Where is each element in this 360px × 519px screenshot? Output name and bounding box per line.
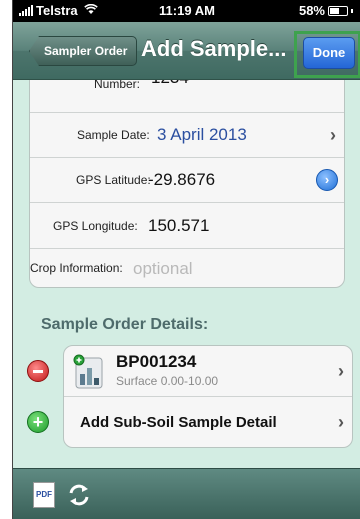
number-row[interactable]: Number: 1234 [30, 80, 344, 113]
sample-id: BP001234 [116, 352, 197, 371]
sample-date-label: Sample Date: [77, 128, 150, 142]
page-title: Add Sample... [141, 36, 287, 61]
section-heading: Sample Order Details: [41, 316, 209, 333]
back-button[interactable]: Sampler Order [29, 36, 138, 66]
crop-information-row[interactable]: Crop Information: optional [30, 248, 344, 287]
done-button[interactable]: Done [303, 37, 355, 69]
sample-form-group: Number: 1234 Sample Date: 3 April 2013 ›… [29, 80, 345, 288]
crop-information-label: Crop Information: [30, 261, 123, 275]
battery-icon [328, 5, 348, 16]
gps-latitude-row[interactable]: GPS Latitude: -29.8676 › [30, 157, 344, 203]
sample-detail-row[interactable]: BP001234 Surface 0.00-10.00 › [64, 346, 352, 397]
sample-details-group: BP001234 Surface 0.00-10.00 › Add Sub-So… [63, 345, 353, 448]
sample-date-row[interactable]: Sample Date: 3 April 2013 › [30, 112, 344, 158]
phone-screen: Telstra 11:19 AM 58% Sampler Order Add S… [12, 0, 360, 519]
crop-information-input[interactable]: optional [133, 248, 193, 287]
gps-latitude-label: GPS Latitude: [76, 173, 151, 187]
bottom-toolbar: PDF [13, 468, 360, 519]
number-value: 1234 [151, 80, 189, 113]
chevron-right-icon: › [338, 361, 344, 381]
status-bar: Telstra 11:19 AM 58% [13, 0, 360, 22]
refresh-icon[interactable] [65, 481, 93, 509]
add-icon[interactable]: + [27, 411, 49, 433]
gps-latitude-value: -29.8676 [148, 170, 216, 189]
pdf-icon[interactable]: PDF [33, 482, 55, 508]
delete-icon[interactable] [27, 360, 49, 382]
gps-longitude-row[interactable]: GPS Longitude: 150.571 [30, 203, 344, 249]
content-area: Number: 1234 Sample Date: 3 April 2013 ›… [13, 80, 360, 468]
chevron-right-icon: › [330, 125, 336, 145]
number-label: Number: [94, 80, 141, 91]
sample-depth: Surface 0.00-10.00 [116, 374, 219, 388]
battery-group: 58% [299, 3, 353, 18]
add-sub-soil-label: Add Sub-Soil Sample Detail [80, 414, 277, 431]
navigation-bar: Sampler Order Add Sample... Done [13, 22, 360, 80]
soil-sample-icon [73, 354, 103, 389]
sample-date-value: 3 April 2013 [157, 125, 247, 144]
add-sub-soil-row[interactable]: Add Sub-Soil Sample Detail › [64, 397, 352, 447]
battery-percent: 58% [298, 3, 325, 18]
gps-longitude-label: GPS Longitude: [53, 219, 138, 233]
gps-longitude-value: 150.571 [148, 216, 210, 235]
detail-disclosure-icon[interactable]: › [316, 169, 338, 191]
chevron-right-icon: › [338, 412, 344, 432]
